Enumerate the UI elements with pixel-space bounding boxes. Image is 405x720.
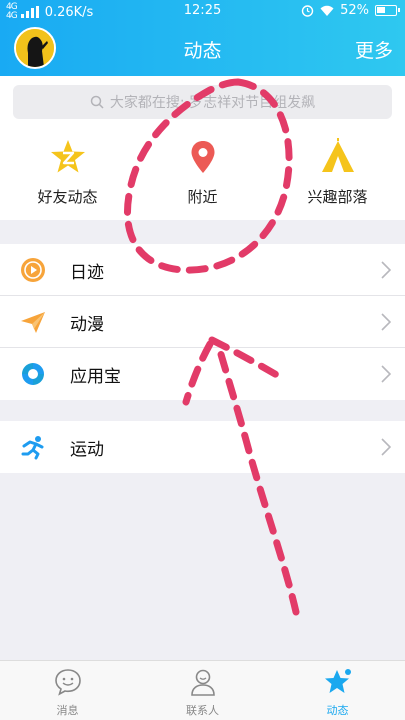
list-item-comics[interactable]: 动漫 [0, 296, 405, 348]
contacts-icon [190, 669, 215, 696]
chevron-right-icon [381, 261, 391, 279]
sports-list: 运动 [0, 421, 405, 473]
battery-percent: 52% [340, 3, 369, 18]
feature-list: 日迹 动漫 应用宝 [0, 244, 405, 400]
paper-plane-icon [21, 312, 45, 333]
tab-bar: 消息 联系人 动态 [0, 660, 405, 720]
video-circle-icon [21, 258, 45, 282]
search-placeholder: 大家都在搜: 罗志祥对节目组发飙 [109, 95, 316, 111]
star-z-icon [50, 140, 85, 173]
running-icon [21, 436, 44, 460]
battery-icon [375, 5, 400, 16]
tab-feed[interactable]: 动态 [270, 661, 405, 720]
more-button[interactable]: 更多 [355, 36, 393, 63]
search-icon [90, 95, 104, 109]
status-bar: 4G 4G 0.26K/s 12:25 52% [0, 0, 405, 22]
tab-messages[interactable]: 消息 [0, 661, 135, 720]
chat-bubble-icon [54, 669, 81, 696]
app-store-icon [22, 363, 44, 385]
header: 4G 4G 0.26K/s 12:25 52% 动态 更多 [0, 0, 405, 76]
chevron-right-icon [381, 365, 391, 383]
tab-contacts[interactable]: 联系人 [135, 661, 270, 720]
search-bar: 大家都在搜: 罗志祥对节目组发飙 [0, 76, 405, 128]
quick-item-interest-tribe[interactable]: 兴趣部落 [270, 128, 405, 220]
tent-icon [321, 138, 354, 172]
page-title: 动态 [183, 40, 222, 62]
list-item-rizhi[interactable]: 日迹 [0, 244, 405, 296]
chevron-right-icon [381, 438, 391, 456]
chevron-right-icon [381, 313, 391, 331]
wifi-icon [320, 5, 334, 16]
quick-item-friends-feed[interactable]: 好友动态 [0, 128, 135, 220]
location-pin-icon [191, 141, 214, 173]
list-item-app-store[interactable]: 应用宝 [0, 348, 405, 400]
star-icon [324, 669, 351, 693]
list-item-sports[interactable]: 运动 [0, 421, 405, 473]
search-input[interactable]: 大家都在搜: 罗志祥对节目组发飙 [13, 85, 392, 119]
alarm-icon [301, 5, 314, 17]
quick-entries: 好友动态 附近 兴趣部落 [0, 128, 405, 220]
quick-item-nearby[interactable]: 附近 [135, 128, 270, 220]
